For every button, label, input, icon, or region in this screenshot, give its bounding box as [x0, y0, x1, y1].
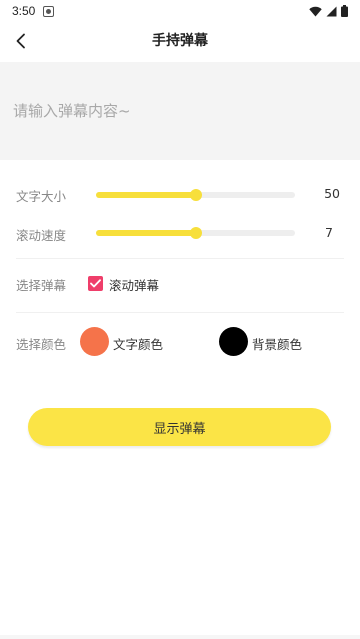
status-indicators — [309, 5, 348, 17]
font-size-slider-fill — [96, 192, 196, 198]
bg-color-label[interactable]: 背景颜色 — [252, 334, 302, 353]
chevron-left-icon — [16, 33, 25, 49]
status-bar: 3:50 — [0, 0, 360, 22]
scroll-speed-slider-thumb[interactable] — [189, 227, 202, 239]
font-size-label: 文字大小 — [16, 189, 67, 204]
notification-icon — [43, 5, 55, 17]
danmu-input-area — [0, 62, 360, 160]
divider — [16, 258, 344, 259]
bottom-edge — [0, 635, 360, 639]
font-size-slider-thumb[interactable] — [189, 189, 202, 201]
color-select-label: 选择颜色 — [16, 337, 67, 352]
font-size-slider[interactable] — [96, 189, 295, 201]
signal-icon — [326, 6, 337, 16]
divider — [16, 312, 344, 313]
bg-color-swatch[interactable] — [219, 327, 248, 356]
text-color-label[interactable]: 文字颜色 — [113, 334, 163, 353]
status-time: 3:50 — [12, 4, 36, 18]
font-size-value: 50 — [324, 186, 340, 201]
scroll-speed-label: 滚动速度 — [16, 228, 67, 243]
scroll-speed-slider-fill — [96, 230, 196, 236]
scroll-danmu-checkbox[interactable] — [88, 276, 103, 291]
scroll-speed-value: 7 — [325, 225, 333, 240]
checkmark-icon — [90, 279, 101, 288]
app-header: 手持弹幕 — [0, 22, 360, 60]
back-button[interactable] — [4, 24, 38, 58]
show-danmu-button[interactable]: 显示弹幕 — [28, 408, 331, 446]
page-title: 手持弹幕 — [152, 33, 208, 49]
danmu-text-input[interactable] — [0, 62, 360, 160]
text-color-swatch[interactable] — [80, 327, 109, 356]
scroll-speed-slider[interactable] — [96, 227, 295, 239]
wifi-icon — [309, 6, 322, 16]
scroll-danmu-label[interactable]: 滚动弹幕 — [109, 275, 159, 294]
danmu-type-label: 选择弹幕 — [16, 278, 67, 293]
battery-icon — [341, 5, 348, 17]
